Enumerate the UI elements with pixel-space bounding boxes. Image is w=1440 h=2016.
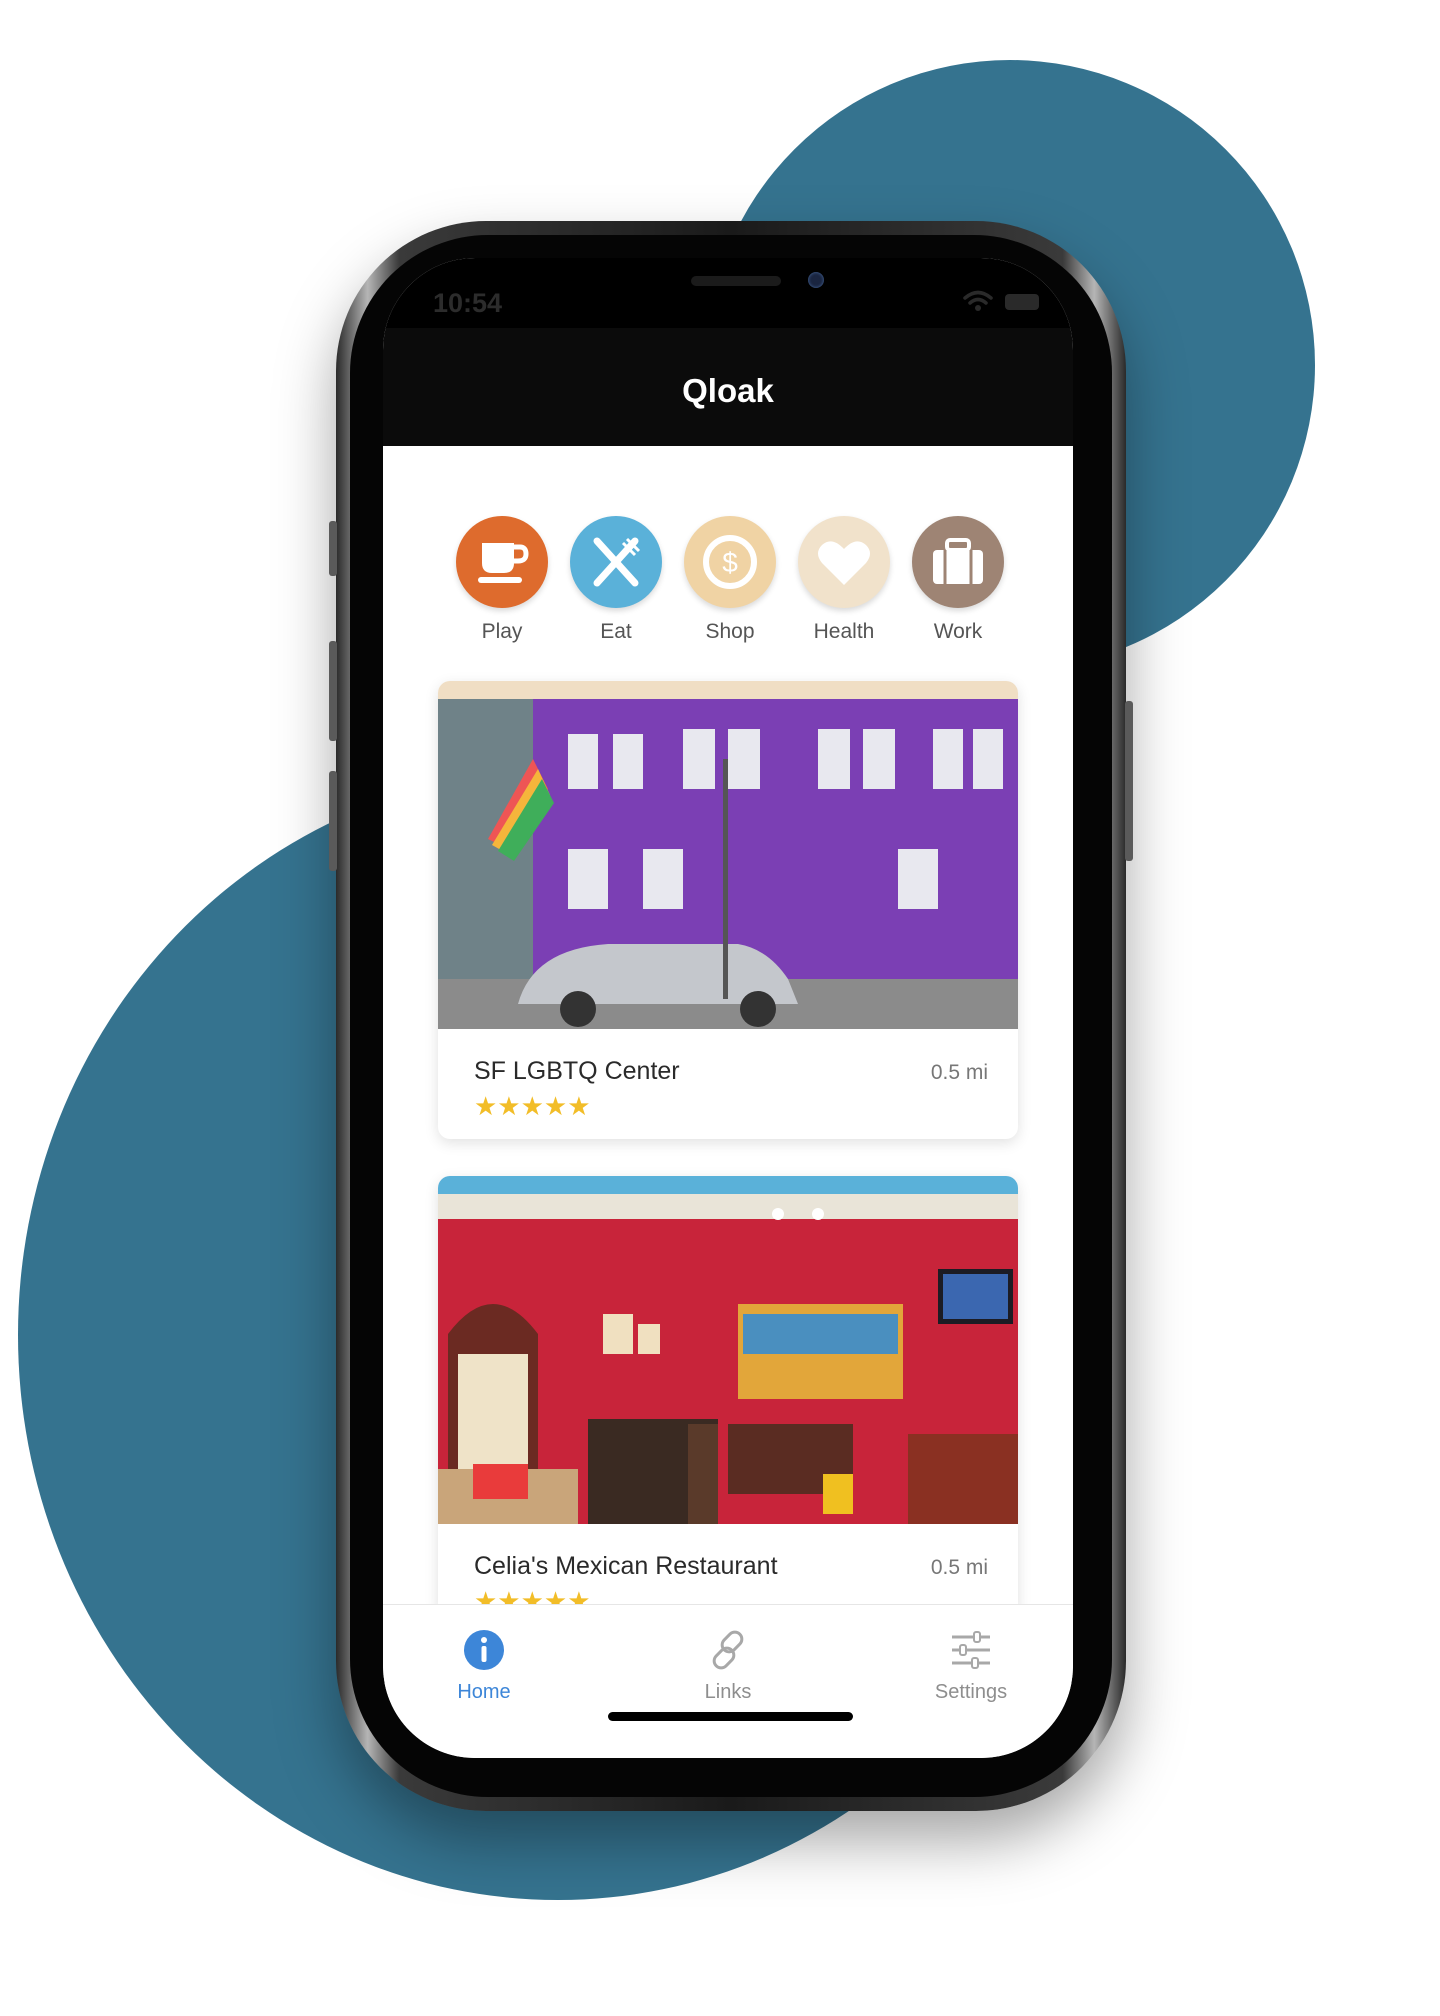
place-photo[interactable] [438,1194,1018,1524]
place-name: SF LGBTQ Center [474,1057,680,1085]
speaker-grille [691,276,781,286]
category-eat[interactable]: Eat [569,516,663,644]
place-distance: 0.5 mi [930,1556,988,1579]
tab-home[interactable]: Home [414,1627,554,1704]
place-card[interactable]: Celia's Mexican Restaurant 0.5 mi ★★★★★ [438,1176,1018,1616]
status-bar: 10:54 [383,258,1073,328]
fork-knife-icon [593,537,641,587]
silent-switch [329,521,337,576]
tab-label: Home [457,1681,511,1703]
shop-circle[interactable]: $ [684,516,776,608]
home-indicator[interactable] [608,1712,853,1721]
category-work[interactable]: Work [911,516,1005,644]
tab-links[interactable]: Links [658,1627,798,1704]
category-label: Eat [600,620,632,643]
app-title: Qloak [682,372,774,409]
heart-icon [818,541,870,585]
category-label: Shop [705,620,755,643]
volume-down-button [329,771,337,871]
tab-label: Settings [934,1681,1008,1703]
category-label: Play [481,620,523,643]
place-photo[interactable] [438,699,1018,1029]
category-label: Work [933,620,983,643]
eat-circle[interactable] [570,516,662,608]
place-name: Celia's Mexican Restaurant [474,1552,778,1580]
rating-stars: ★★★★★ [474,1091,591,1121]
status-time: 10:54 [433,288,503,318]
play-circle[interactable] [456,516,548,608]
category-bar: Play Eat $ Shop Health Work [455,516,1005,656]
restaurant-photo [438,1194,1018,1524]
category-shop[interactable]: $ Shop [683,516,777,644]
volume-up-button [329,641,337,741]
card-category-band [438,681,1018,699]
briefcase-icon [933,538,983,584]
app-screen: 10:54 Qloak Play Eat $ Shop Health Work … [383,258,1073,1758]
card-category-band [438,1176,1018,1194]
sliders-icon [952,1631,990,1669]
category-play[interactable]: Play [455,516,549,644]
link-icon [712,1630,744,1670]
front-camera [808,272,824,288]
dollar-coin-icon: $ [703,535,757,589]
tab-settings[interactable]: Settings [901,1627,1041,1704]
tab-label: Links [704,1681,752,1703]
tab-bar: Home Links Settings [383,1604,1073,1758]
power-button [1125,701,1133,861]
category-health[interactable]: Health [797,516,891,644]
work-circle[interactable] [912,516,1004,608]
notch [543,258,913,318]
nav-bar: Qloak [383,328,1073,446]
battery-icon [1005,294,1039,310]
building-photo [438,699,1018,1029]
svg-text:$: $ [722,547,738,578]
coffee-cup-icon [478,543,529,583]
place-distance: 0.5 mi [930,1061,988,1084]
wifi-icon [963,290,993,311]
place-card[interactable]: SF LGBTQ Center 0.5 mi ★★★★★ [438,681,1018,1139]
health-circle[interactable] [798,516,890,608]
category-label: Health [813,620,875,643]
info-icon [464,1630,504,1670]
